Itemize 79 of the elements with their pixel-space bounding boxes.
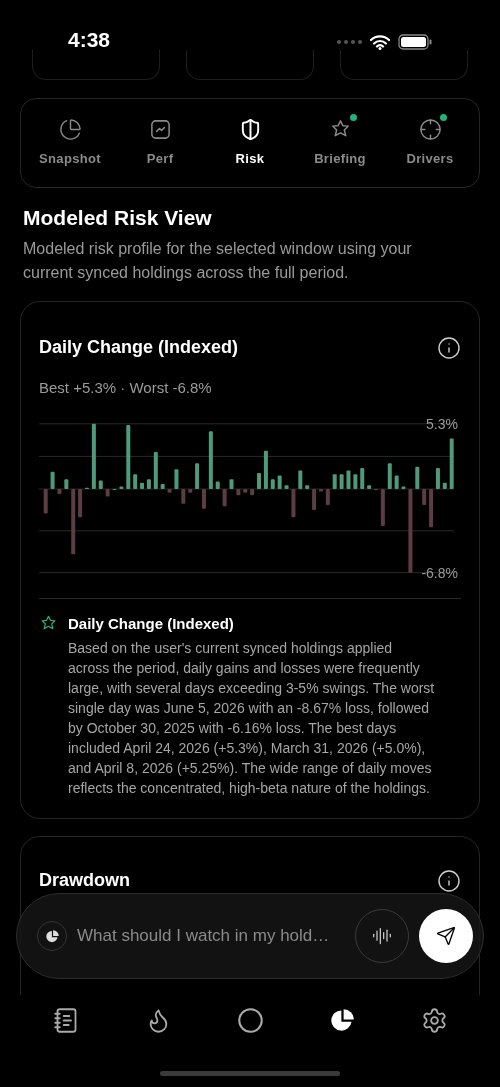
bar [387,462,392,489]
bar [236,488,241,495]
bar [57,488,62,494]
bar [133,473,138,489]
bar [346,470,351,489]
insight-text: Based on the user's current synced holdings applied across the period, daily gains and losses were frequently large, with several days exceeding 3-5% swings. The worst single day was June 5, 2026 with an -8.67% loss, followed by October 30, 2025 with -6.16% loss. The best days included April 24, 2026 (+5.3%), March 31, 2026 (+5.0%), and April 8, 2026 (+5.25%). The wide range of daily moves reflects the concentrated, high-beta nature of the holdings. [68,639,436,798]
bar [353,473,358,489]
bar [360,467,365,489]
bar [64,478,69,489]
tab[interactable]: Drivers [388,117,472,169]
bar [208,430,213,489]
bar [250,488,255,495]
send-button[interactable] [419,909,473,963]
bar [339,473,344,489]
insight-title: Daily Change (Indexed) [68,613,235,634]
bar [401,486,406,489]
bar [43,488,48,514]
section-title: Modeled Risk View [23,205,213,231]
bar [325,488,330,505]
card-title: Drawdown [39,869,130,892]
bar [442,482,447,489]
bar [277,474,282,489]
pie-chart-icon [58,117,82,141]
bar [380,488,385,526]
bar [332,473,337,489]
info-icon[interactable] [437,868,461,893]
bar [263,450,268,489]
bar [167,488,172,493]
tab[interactable]: Risk [208,117,292,169]
status-time: 4:38 [68,29,111,50]
send-icon [436,926,456,946]
card-title: Daily Change (Indexed) [39,336,239,359]
bar [153,451,158,489]
bar [257,472,261,489]
trend-chart-icon [148,117,172,141]
bar [160,483,165,489]
bar [305,484,310,489]
message-input[interactable]: What should I watch in my hold… [77,923,345,949]
chart-summary: Best +5.3% · Worst -6.8% [39,378,213,398]
pie-chart-icon[interactable] [328,1006,356,1034]
bar [50,471,55,489]
bar [270,478,275,489]
bar [298,470,303,489]
bar [449,438,454,489]
axis-label: 5.3% [426,415,458,432]
bar [243,488,248,493]
bar [119,486,124,489]
bar [415,466,420,489]
bar [71,488,76,554]
tab[interactable]: Snapshot [28,117,112,169]
bar [78,488,83,517]
tab[interactable]: Perf [118,117,202,169]
bar [98,479,103,489]
bar [291,488,296,517]
bar [91,423,96,489]
settings-icon[interactable] [420,1006,448,1034]
bar [215,481,220,489]
bar [284,484,289,489]
info-icon[interactable] [437,335,461,360]
bar [181,488,186,504]
section-description: Modeled risk profile for the selected window using your current synced holdings across the full period. [23,239,413,283]
circle-icon[interactable] [236,1006,264,1034]
waveform-icon [372,926,392,946]
bar [394,474,399,489]
bar [174,468,179,489]
bar [105,488,110,496]
axis-label: -6.8% [421,564,458,581]
battery-icon [398,34,432,50]
pie-chart-icon [44,928,60,944]
bar [422,488,427,505]
bar [126,424,131,489]
bar [222,488,227,506]
signal-icon [336,39,362,45]
crosshair-icon [418,117,442,141]
bar [367,484,372,489]
bar [229,478,234,489]
bar [188,488,193,493]
tab[interactable]: Briefing [298,117,382,169]
wifi-icon [370,34,390,50]
